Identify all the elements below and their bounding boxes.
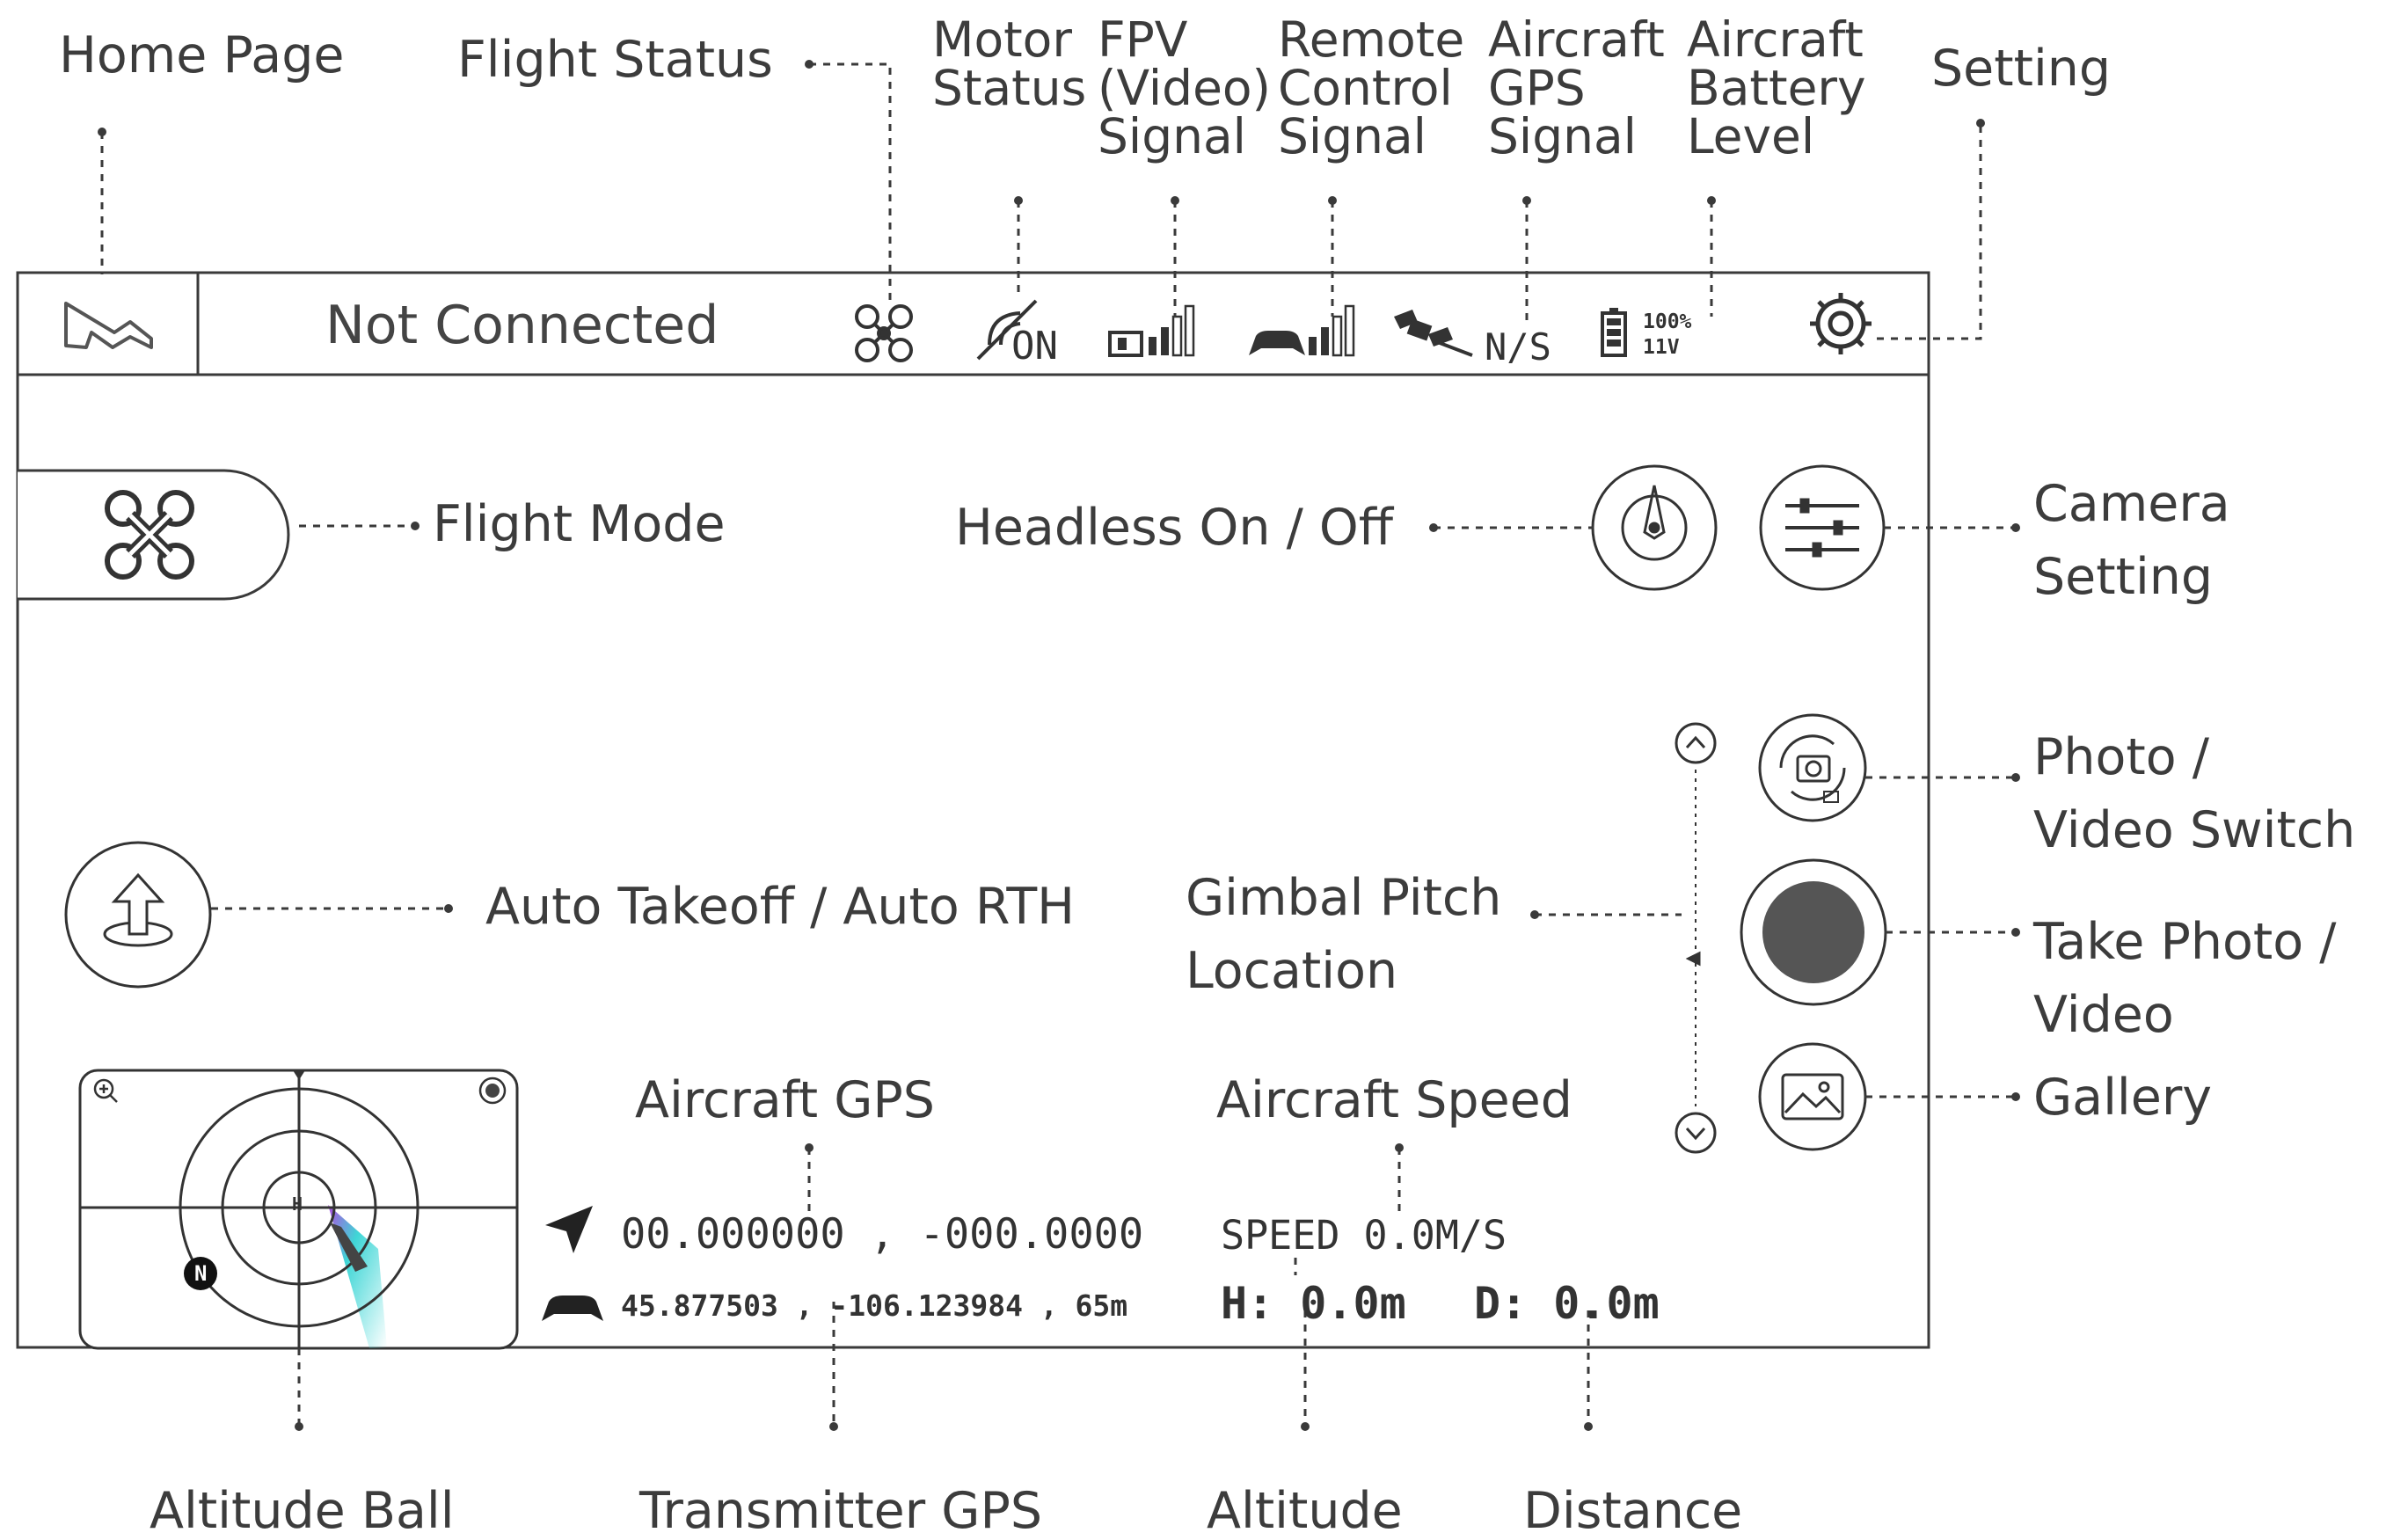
label-aircraft-battery-level: Aircraft Battery Level [1687,11,1866,164]
radar-north-text: N [194,1261,208,1286]
home-icon[interactable] [64,302,153,349]
aircraft-coordinates: 00.000000 , -000.0000 [621,1210,1144,1259]
label-transmitter-gps: Transmitter GPS [639,1482,1043,1540]
label-fpv-signal: FPV (Video) Signal [1098,11,1272,164]
label-altitude: Altitude [1207,1482,1403,1540]
battery-icon [1601,308,1627,357]
connection-status: Not Connected [325,295,719,356]
remote-signal-icon [1249,304,1355,357]
diagram-svg [16,60,2020,1431]
transmitter-location-icon [542,1295,603,1321]
gimbal-up-button[interactable] [1675,722,1717,764]
gps-state-text: N/S [1485,325,1551,369]
gallery-button[interactable] [1758,1042,1867,1151]
label-gimbal-pitch: Gimbal Pitch Location [1186,869,1502,1000]
transmitter-coordinates: 45.877503 , -106.123984 , 65m [621,1288,1128,1323]
label-headless: Headless On / Off [955,499,1394,557]
gimbal-down-button[interactable] [1675,1112,1717,1154]
label-altitude-ball: Altitude Ball [150,1482,455,1540]
radar-center-text: H [292,1193,303,1215]
gimbal-position-marker [1685,951,1701,967]
label-photo-video-switch: Photo / Video Switch [2033,728,2356,859]
distance-readout: D: 0.0m [1474,1278,1660,1329]
photo-video-switch-button[interactable] [1758,713,1867,822]
gimbal-pitch-slider[interactable] [1675,722,1717,1154]
label-setting: Setting [1931,40,2112,98]
label-take-photo: Take Photo / Video [2033,913,2337,1044]
label-aircraft-gps: Aircraft GPS [635,1071,935,1129]
label-aircraft-gps-signal: Aircraft GPS Signal [1488,11,1665,164]
label-aircraft-speed: Aircraft Speed [1216,1071,1572,1129]
label-distance: Distance [1523,1482,1743,1540]
diagram: Home Page Flight Status Motor Status FPV(… [0,0,2386,1536]
settings-gear-icon[interactable] [1810,293,1872,354]
label-remote-control-signal: Remote Control Signal [1278,11,1465,164]
camera-setting-button[interactable] [1759,464,1886,591]
label-flight-status: Flight Status [457,31,773,89]
height-readout: H: 0.0m [1221,1278,1406,1329]
speed-readout: SPEED 0.0M/S [1221,1212,1507,1259]
shutter-button[interactable] [1740,858,1887,1006]
auto-takeoff-button[interactable] [64,841,212,989]
label-motor-status: Motor Status [932,11,1087,116]
battery-percent-text: 100% [1643,310,1692,333]
fpv-signal-icon [1108,304,1195,357]
label-flight-mode: Flight Mode [433,495,726,553]
flight-mode-button[interactable] [18,469,290,601]
satellite-icon [1394,310,1473,357]
motor-state-text: ON [1011,324,1058,369]
label-gallery: Gallery [2033,1069,2213,1127]
label-auto-takeoff: Auto Takeoff / Auto RTH [485,878,1076,936]
drone-status-icon [855,304,913,362]
headless-button[interactable] [1591,464,1718,591]
battery-voltage-text: 11V [1643,336,1680,359]
label-camera-setting: Camera Setting [2033,475,2230,606]
label-home-page: Home Page [59,26,345,84]
aircraft-location-icon [545,1206,593,1253]
